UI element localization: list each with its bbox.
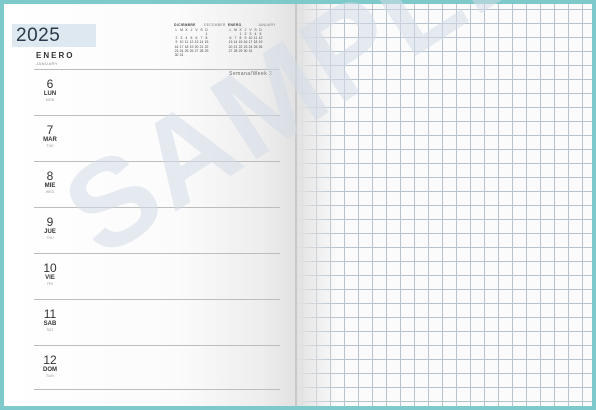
- day-entry-tue[interactable]: 7 MAR TUE: [36, 124, 64, 149]
- mini-calendar-subtitle: JANUARY: [258, 23, 276, 27]
- mini-calendar-day: [204, 53, 209, 57]
- day-name: VIE: [45, 275, 55, 281]
- day-divider: [34, 299, 280, 300]
- day-name: MAR: [43, 137, 57, 143]
- day-name-en: FRI: [47, 282, 53, 286]
- day-divider: [34, 207, 280, 208]
- day-divider: [34, 345, 280, 346]
- day-divider: [34, 161, 280, 162]
- day-entry-thu[interactable]: 9 JUE THU: [36, 216, 64, 241]
- mini-calendar-grid: L M X J V S D 1 2 3 4 5 6 7 8 9 10 11 12 13 14 15 16 17 18 19 20 21…: [174, 28, 209, 57]
- day-number: 11: [43, 307, 57, 321]
- day-number: 8: [46, 169, 54, 183]
- day-name-en: MON: [45, 98, 55, 102]
- day-number: 9: [46, 215, 54, 229]
- day-name: DOM: [43, 367, 57, 373]
- day-number: 10: [43, 261, 57, 275]
- day-name-en: WED: [45, 190, 55, 194]
- day-number: 6: [46, 77, 54, 91]
- month-title: ENERO: [36, 51, 75, 60]
- day-entry-mon[interactable]: 6 LUN MON: [36, 78, 64, 103]
- mini-calendar-december: DICIEMBRE DECEMBER L M X J V S D 1 2 3 4 5 6 7 8 9 10 11 1…: [174, 23, 225, 57]
- mini-calendar-subtitle: DECEMBER: [204, 23, 226, 27]
- week-label: Semana/Week 2: [229, 71, 273, 77]
- day-divider: [34, 389, 280, 390]
- day-name-en: TUE: [46, 144, 54, 148]
- day-divider: [34, 253, 280, 254]
- header-divider: [34, 69, 280, 70]
- mini-calendar-day: [258, 49, 263, 53]
- mini-calendar-january: ENERO JANUARY L M X J V S D 1 2 3 4 5 6 7 8 9 10 11 12 13 14…: [228, 23, 276, 53]
- day-entry-fri[interactable]: 10 VIE FRI: [36, 262, 64, 287]
- day-divider: [34, 115, 280, 116]
- grid-notes-page[interactable]: [297, 4, 592, 406]
- day-name: SAB: [43, 321, 57, 327]
- day-name: MIE: [44, 183, 56, 189]
- day-number: 12: [43, 353, 57, 367]
- day-entry-sat[interactable]: 11 SAB SAT: [36, 308, 64, 333]
- day-name-en: THU: [46, 236, 54, 240]
- day-name-en: SAT: [46, 328, 54, 332]
- month-subtitle: JANUARY: [36, 61, 59, 66]
- left-page: 2025 ENERO JANUARY DICIEMBRE DECEMBER LM…: [4, 4, 295, 406]
- year-label: 2025: [16, 25, 61, 46]
- day-name: LUN: [43, 91, 57, 97]
- planner-spread: 2025 ENERO JANUARY DICIEMBRE DECEMBER LM…: [0, 0, 596, 410]
- day-entry-wed[interactable]: 8 MIE WED: [36, 170, 64, 195]
- mini-calendar-grid: L M X J V S D 1 2 3 4 5 6 7 8 9 10 11 12 13 14 15 16 17 18 19 20 21…: [228, 28, 263, 53]
- day-name-en: SUN: [46, 374, 54, 378]
- day-name: JUE: [44, 229, 56, 235]
- day-number: 7: [46, 123, 54, 137]
- day-entry-sun[interactable]: 12 DOM SUN: [36, 354, 64, 379]
